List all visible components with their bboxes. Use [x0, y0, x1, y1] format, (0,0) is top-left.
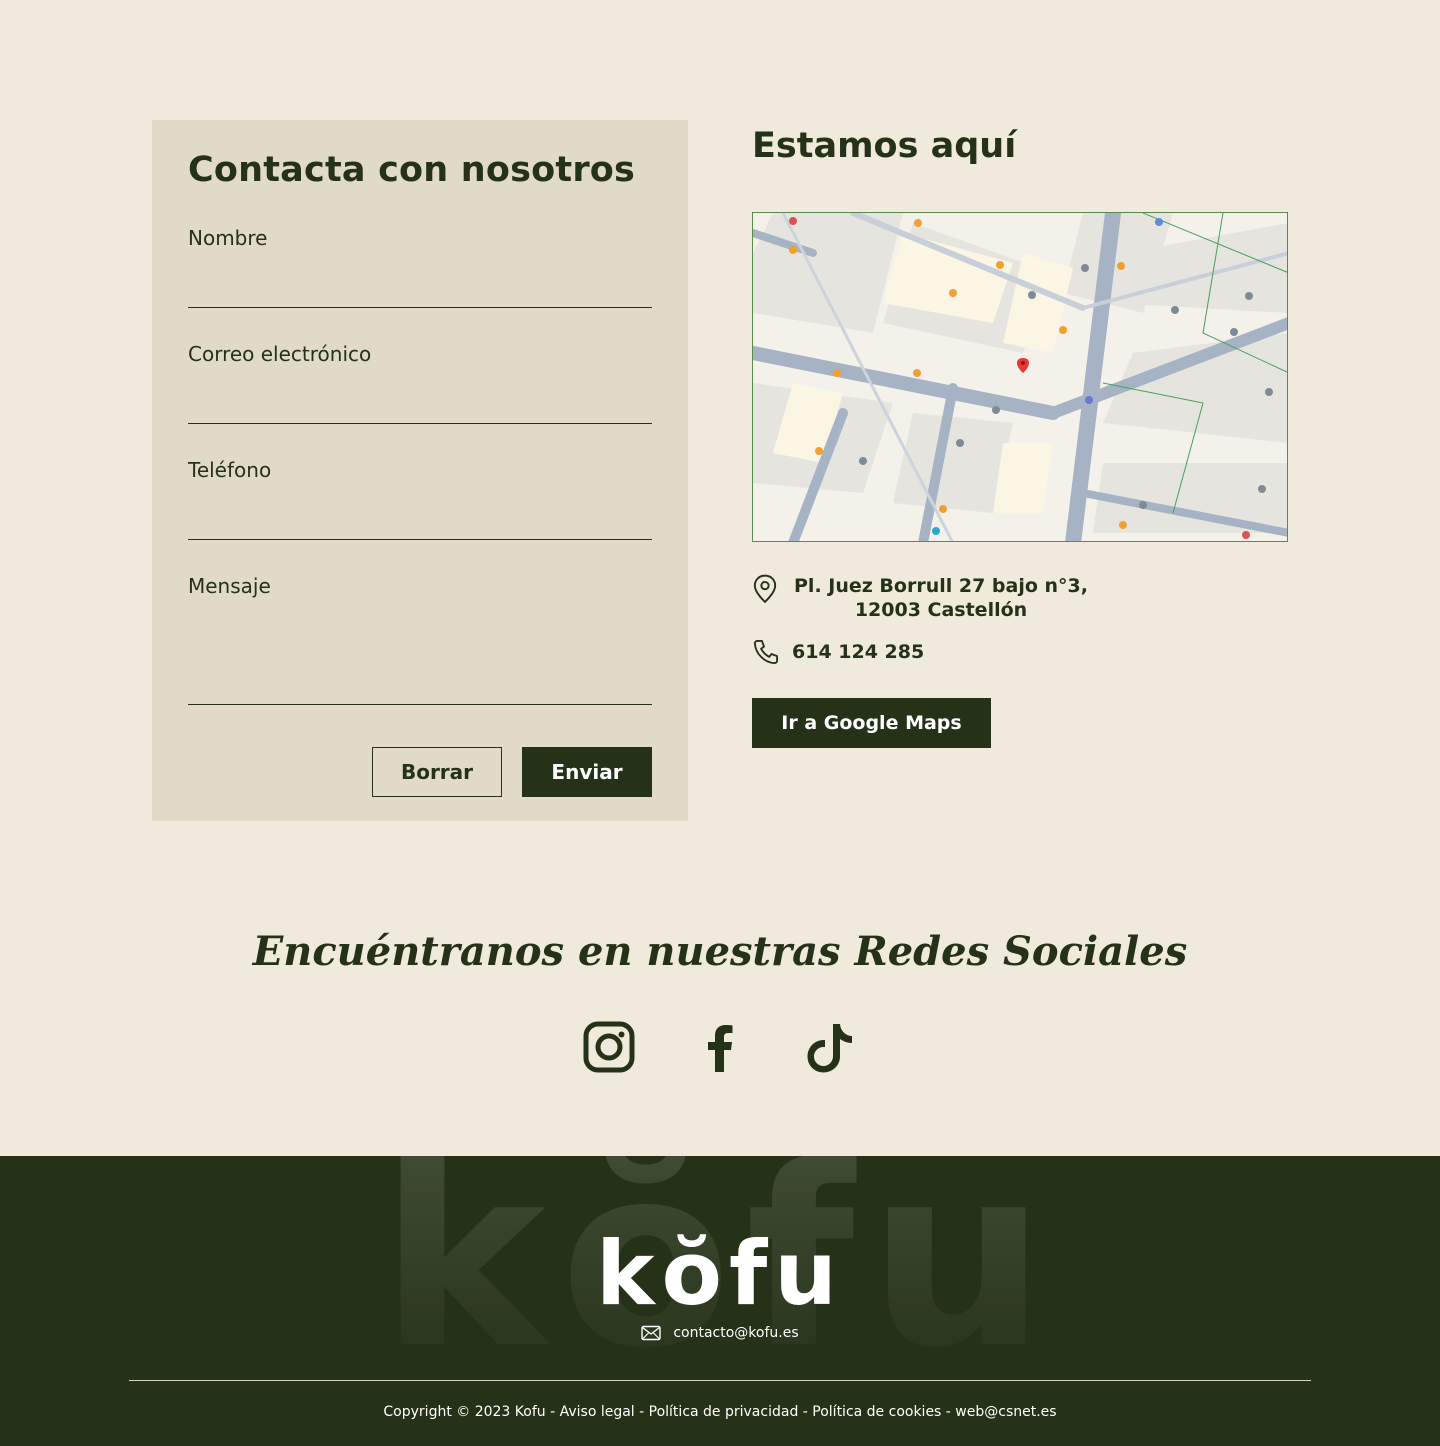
email-field-group: Correo electrónico: [188, 342, 652, 424]
phone-icon: [753, 639, 779, 665]
tiktok-icon[interactable]: [803, 1020, 859, 1076]
address-line-1: Pl. Juez Borrull 27 bajo n°3,: [794, 575, 1088, 597]
phone-number: 614 124 285: [792, 641, 925, 663]
location-title: Estamos aquí: [752, 126, 1017, 166]
address-row: Pl. Juez Borrull 27 bajo n°3, 12003 Cast…: [752, 574, 1088, 622]
google-maps-button[interactable]: Ir a Google Maps: [752, 698, 991, 748]
location-pin-icon: [753, 574, 777, 604]
phone-row: 614 124 285: [752, 638, 924, 666]
name-field-group: Nombre: [188, 226, 652, 308]
facebook-icon[interactable]: [692, 1020, 748, 1076]
footer-email[interactable]: contacto@kofu.es: [673, 1325, 798, 1341]
email-label: Correo electrónico: [188, 342, 372, 366]
phone-field-group: Teléfono: [188, 458, 652, 540]
reset-button[interactable]: Borrar: [372, 747, 502, 797]
phone-input[interactable]: [188, 512, 652, 540]
embedded-map[interactable]: [752, 212, 1288, 542]
footer-email-row[interactable]: contacto@kofu.es: [0, 1325, 1440, 1341]
message-textarea[interactable]: [188, 614, 652, 705]
envelope-icon: [641, 1325, 662, 1341]
footer-copyright: Copyright © 2023 Kofu - Aviso legal - Po…: [383, 1404, 1057, 1420]
name-input[interactable]: [188, 280, 652, 308]
site-footer: kŏfu kŏfu contacto@kofu.es Copyright © 2…: [0, 1156, 1440, 1446]
contact-form-title: Contacta con nosotros: [188, 150, 636, 190]
map-graphic: [753, 213, 1287, 541]
address-text: Pl. Juez Borrull 27 bajo n°3, 12003 Cast…: [794, 574, 1088, 622]
instagram-icon[interactable]: [581, 1020, 637, 1076]
address-line-2: 12003 Castellón: [854, 599, 1028, 621]
footer-logo[interactable]: kŏfu: [0, 1222, 1440, 1325]
email-input[interactable]: [188, 396, 652, 424]
contact-form: Contacta con nosotros Nombre Correo elec…: [152, 120, 688, 821]
message-label: Mensaje: [188, 574, 271, 598]
phone-label: Teléfono: [188, 458, 272, 482]
message-field-group: Mensaje: [188, 574, 652, 706]
footer-divider: [129, 1380, 1311, 1381]
social-title: Encuéntranos en nuestras Redes Sociales: [252, 928, 1188, 975]
name-label: Nombre: [188, 226, 268, 250]
submit-button[interactable]: Enviar: [522, 747, 652, 797]
